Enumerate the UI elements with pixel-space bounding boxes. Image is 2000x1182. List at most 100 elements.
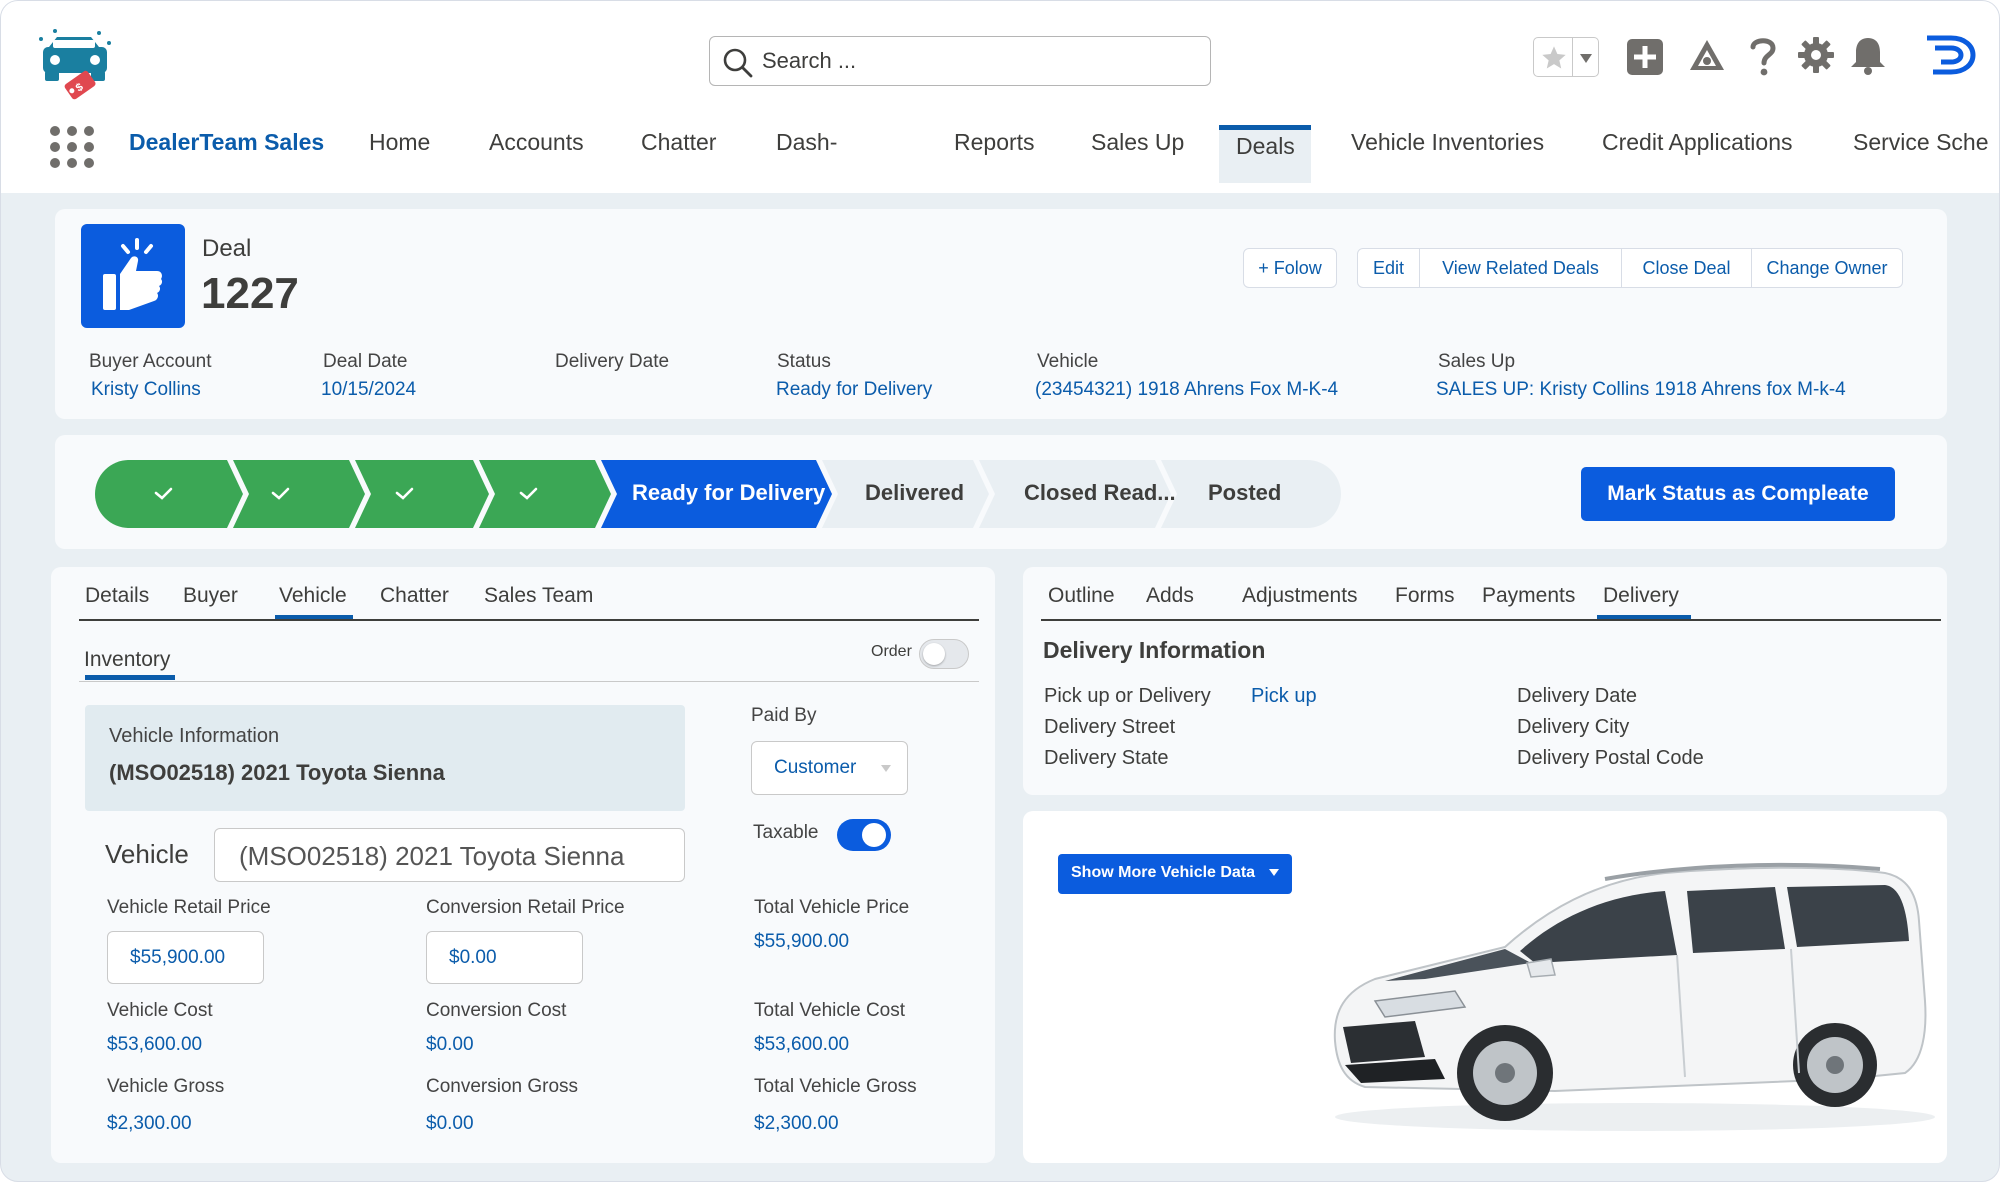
subtabs-divider bbox=[79, 681, 979, 682]
conversion-retail-price-label: Conversion Retail Price bbox=[426, 897, 625, 918]
plus-icon bbox=[1627, 39, 1663, 75]
vehicle-retail-price-label: Vehicle Retail Price bbox=[107, 897, 271, 918]
deal-date-value: 10/15/2024 bbox=[321, 379, 417, 400]
taxable-toggle[interactable] bbox=[837, 819, 891, 851]
nav-item-dashboards[interactable]: Dash- bbox=[776, 129, 837, 156]
status-label: Status bbox=[777, 351, 831, 372]
follow-button[interactable]: + Folow bbox=[1243, 248, 1337, 288]
path-step-4[interactable] bbox=[479, 460, 611, 528]
left-panel: Details Buyer Vehicle Chatter Sales Team… bbox=[51, 567, 995, 1163]
favorites-button[interactable] bbox=[1533, 37, 1599, 77]
path-step-2[interactable] bbox=[233, 460, 365, 528]
nav-item-home[interactable]: Home bbox=[369, 129, 430, 156]
tab-buyer[interactable]: Buyer bbox=[183, 584, 238, 608]
vehicle-information-title: Vehicle Information bbox=[109, 725, 280, 747]
global-actions-button[interactable] bbox=[1625, 37, 1665, 77]
tab-adds[interactable]: Adds bbox=[1146, 584, 1194, 608]
tab-delivery[interactable]: Delivery bbox=[1603, 584, 1679, 608]
show-more-vehicle-data-label: Show More Vehicle Data bbox=[1071, 864, 1256, 881]
nav-item-vehicle-inventories[interactable]: Vehicle Inventories bbox=[1351, 129, 1544, 156]
nav-item-reports[interactable]: Reports bbox=[954, 129, 1035, 156]
conversion-retail-price-input[interactable]: $0.00 bbox=[426, 931, 583, 984]
close-deal-button[interactable]: Close Deal bbox=[1622, 249, 1752, 287]
path-posted-label: Posted bbox=[1208, 480, 1282, 505]
vehicle-label: Vehicle bbox=[1037, 351, 1099, 372]
subtab-inventory[interactable]: Inventory bbox=[84, 648, 170, 672]
search-icon bbox=[723, 48, 753, 78]
car-logo-icon: $ bbox=[39, 29, 111, 100]
nav-item-service-schedule[interactable]: Service Sche bbox=[1853, 129, 1989, 156]
delivery-date-label: Delivery Date bbox=[555, 351, 670, 372]
vehicle-photo bbox=[1333, 862, 1935, 1131]
dealerteam-logo-icon bbox=[1927, 35, 1976, 75]
search-input[interactable] bbox=[762, 45, 1192, 77]
paid-by-select[interactable]: Customer bbox=[751, 741, 908, 795]
app-name: DealerTeam Sales bbox=[129, 129, 325, 155]
tab-payments[interactable]: Payments bbox=[1482, 584, 1575, 608]
vehicle-link[interactable]: (23454321) 1918 Ahrens Fox M-K-4 bbox=[1035, 379, 1338, 401]
delivery-postal-code-label: Delivery Postal Code bbox=[1517, 747, 1704, 769]
vehicle-gross-label: Vehicle Gross bbox=[107, 1076, 225, 1097]
app-launcher-button[interactable] bbox=[49, 125, 95, 169]
path-step-1[interactable] bbox=[95, 460, 243, 528]
delivery-state-label: Delivery State bbox=[1044, 747, 1169, 769]
tab-chatter[interactable]: Chatter bbox=[380, 584, 449, 608]
tab-forms[interactable]: Forms bbox=[1395, 584, 1455, 608]
delivery-city-label: Delivery City bbox=[1517, 716, 1630, 738]
paid-by-value: Customer bbox=[774, 757, 857, 778]
active-tab-indicator bbox=[1219, 125, 1311, 130]
status-value: Ready for Delivery bbox=[776, 379, 933, 400]
conversion-cost-value: $0.00 bbox=[426, 1034, 474, 1055]
chevron-down-icon bbox=[881, 765, 891, 772]
trailhead-button[interactable] bbox=[1685, 35, 1729, 79]
order-toggle-knob bbox=[923, 643, 945, 665]
nav-item-credit-applications[interactable]: Credit Applications bbox=[1602, 129, 1793, 156]
sales-up-label: Sales Up bbox=[1438, 351, 1516, 372]
pickup-or-delivery-label: Pick up or Delivery bbox=[1044, 685, 1211, 707]
nav-item-sales-up[interactable]: Sales Up bbox=[1091, 129, 1184, 156]
sales-up-link[interactable]: SALES UP: Kristy Collins 1918 Ahrens fox… bbox=[1436, 379, 1846, 401]
trailhead-icon bbox=[1690, 40, 1724, 70]
dealerteam-brand-logo[interactable] bbox=[1923, 31, 1977, 79]
nav-item-deals-active[interactable]: Deals bbox=[1219, 125, 1311, 183]
order-toggle[interactable] bbox=[919, 639, 969, 669]
path-step-3[interactable] bbox=[355, 460, 489, 528]
path-current-label: Ready for Delivery bbox=[632, 480, 826, 505]
vehicle-lookup-value: (MSO02518) 2021 Toyota Sienna bbox=[239, 841, 625, 871]
delivery-street-label: Delivery Street bbox=[1044, 716, 1176, 738]
app-logo[interactable]: $ bbox=[35, 25, 115, 103]
right-panel-delivery: Outline Adds Adjustments Forms Payments … bbox=[1023, 567, 1947, 795]
tab-outline[interactable]: Outline bbox=[1048, 584, 1115, 608]
tab-adjustments[interactable]: Adjustments bbox=[1242, 584, 1358, 608]
record-actions-group: Edit View Related Deals Close Deal Chang… bbox=[1357, 248, 1903, 288]
help-button[interactable] bbox=[1745, 33, 1781, 79]
global-header: $ #dummy{} input::placeholder{color:#3e3… bbox=[1, 1, 1999, 193]
vehicle-cost-label: Vehicle Cost bbox=[107, 1000, 213, 1021]
view-related-deals-button[interactable]: View Related Deals bbox=[1420, 249, 1622, 287]
tab-details[interactable]: Details bbox=[85, 584, 149, 608]
vehicle-image-card: Show More Vehicle Data bbox=[1023, 811, 1947, 1163]
setup-button[interactable] bbox=[1795, 34, 1837, 76]
conversion-cost-label: Conversion Cost bbox=[426, 1000, 567, 1021]
tab-sales-team[interactable]: Sales Team bbox=[484, 584, 593, 608]
nav-item-accounts[interactable]: Accounts bbox=[489, 129, 584, 156]
vehicle-field-label: Vehicle bbox=[105, 839, 189, 869]
nav-item-chatter[interactable]: Chatter bbox=[641, 129, 716, 156]
bell-icon bbox=[1851, 38, 1885, 75]
question-icon bbox=[1750, 38, 1776, 76]
notifications-button[interactable] bbox=[1847, 33, 1889, 77]
mark-status-complete-button[interactable]: Mark Status as Compleate bbox=[1581, 467, 1895, 521]
change-owner-button[interactable]: Change Owner bbox=[1752, 249, 1902, 287]
deal-date-label: Deal Date bbox=[323, 351, 408, 372]
mark-status-complete-label: Mark Status as Compleate bbox=[1607, 482, 1869, 505]
delivery-date-field-label: Delivery Date bbox=[1517, 685, 1638, 707]
taxable-toggle-knob bbox=[862, 823, 886, 847]
tab-vehicle[interactable]: Vehicle bbox=[279, 584, 347, 608]
vehicle-lookup-input[interactable]: (MSO02518) 2021 Toyota Sienna bbox=[214, 828, 685, 882]
vehicle-retail-price-input[interactable]: $55,900.00 bbox=[107, 931, 264, 984]
global-search[interactable] bbox=[709, 36, 1211, 86]
edit-button[interactable]: Edit bbox=[1358, 249, 1420, 287]
buyer-account-link[interactable]: Kristy Collins bbox=[91, 379, 201, 401]
show-more-vehicle-data-button[interactable]: Show More Vehicle Data bbox=[1058, 854, 1292, 894]
pickup-or-delivery-value: Pick up bbox=[1251, 685, 1317, 707]
